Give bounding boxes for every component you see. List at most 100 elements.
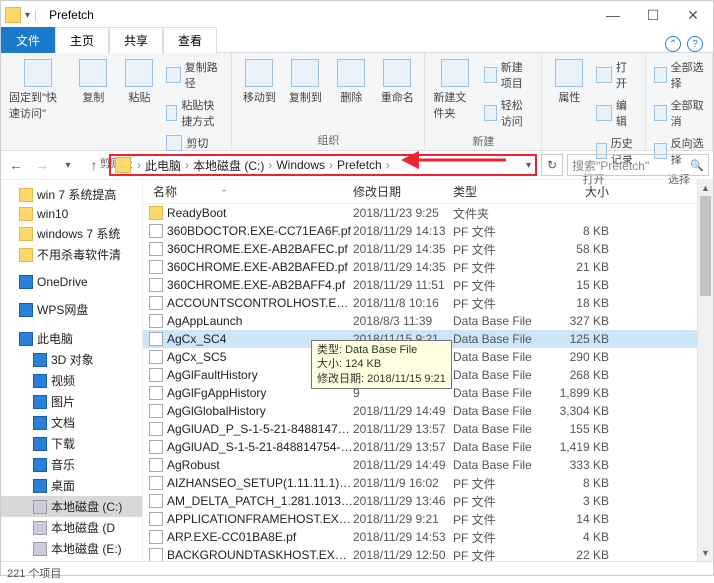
table-row[interactable]: 360CHROME.EXE-AB2BAFED.pf2018/11/29 14:3…	[143, 258, 697, 276]
file-name: 360CHROME.EXE-AB2BAFED.pf	[167, 260, 353, 274]
file-name: ACCOUNTSCONTROLHOST.EXE-96D...	[167, 296, 353, 310]
easy-access-button[interactable]: 轻松访问	[482, 95, 535, 131]
file-date: 2018/11/29 14:35	[353, 242, 453, 256]
nav-up-button[interactable]: ↑	[83, 154, 105, 176]
qat-expand-icon[interactable]: ▾	[25, 10, 30, 21]
close-button[interactable]: ✕	[673, 1, 713, 29]
nav-desktop[interactable]: 桌面	[1, 475, 142, 496]
new-folder-button[interactable]: 新建文件夹	[431, 57, 478, 123]
scroll-up-icon[interactable]: ▲	[698, 180, 713, 196]
nav-pictures[interactable]: 图片	[1, 391, 142, 412]
nav-disk-f[interactable]: 本地磁盘 (F:	[1, 559, 142, 561]
maximize-button[interactable]: ☐	[633, 1, 673, 29]
address-dropdown-icon[interactable]: ▾	[526, 160, 531, 171]
new-item-button[interactable]: 新建项目	[482, 57, 535, 93]
copy-button[interactable]: 复制	[72, 57, 114, 107]
table-row[interactable]: AIZHANSEO_SETUP(1.11.11.1).EX-3AE...2018…	[143, 474, 697, 492]
nav-back-button[interactable]: ←	[5, 154, 27, 176]
crumb-windows[interactable]: Windows	[274, 158, 327, 172]
file-size: 15 KB	[549, 278, 619, 292]
select-none-button[interactable]: 全部取消	[652, 95, 706, 131]
tab-home[interactable]: 主页	[55, 27, 109, 53]
vertical-scrollbar[interactable]: ▲ ▼	[697, 180, 713, 561]
paste-shortcut-button[interactable]: 粘贴快捷方式	[164, 95, 225, 131]
nav-forward-button[interactable]: →	[31, 154, 53, 176]
select-all-button[interactable]: 全部选择	[652, 57, 706, 93]
refresh-button[interactable]: ↻	[541, 154, 563, 176]
table-row[interactable]: AgRobust2018/11/29 14:49Data Base File33…	[143, 456, 697, 474]
col-header-name[interactable]: 名称 ⌃	[143, 183, 353, 200]
minimize-button[interactable]: —	[593, 1, 633, 29]
cut-button[interactable]: 剪切	[164, 133, 225, 153]
help-icon[interactable]: ?	[687, 36, 703, 52]
rename-button[interactable]: 重命名	[376, 57, 418, 107]
crumb-prefetch[interactable]: Prefetch	[335, 158, 384, 172]
file-type: Data Base File	[453, 350, 549, 364]
crumb-drive[interactable]: 本地磁盘 (C:)	[191, 157, 266, 174]
nav-disk-e[interactable]: 本地磁盘 (E:)	[1, 538, 142, 559]
table-row[interactable]: AgGlUAD_S-1-5-21-848814754-34387...2018/…	[143, 438, 697, 456]
nav-disk-c[interactable]: 本地磁盘 (C:)	[1, 496, 142, 517]
nav-onedrive[interactable]: OneDrive	[1, 273, 142, 291]
file-type: PF 文件	[453, 259, 549, 276]
nav-music[interactable]: 音乐	[1, 454, 142, 475]
tab-view[interactable]: 查看	[163, 27, 217, 53]
pin-quick-access-button[interactable]: 固定到"快速访问"	[7, 57, 68, 123]
nav-3dobjects[interactable]: 3D 对象	[1, 349, 142, 370]
file-date: 2018/11/29 14:49	[353, 458, 453, 472]
table-row[interactable]: AgGlGlobalHistory2018/11/29 14:49Data Ba…	[143, 402, 697, 420]
copy-to-button[interactable]: 复制到	[284, 57, 326, 107]
file-date: 2018/11/23 9:25	[353, 206, 453, 220]
nav-recent-button[interactable]: ▾	[57, 154, 79, 176]
table-row[interactable]: 360CHROME.EXE-AB2BAFF4.pf2018/11/29 11:5…	[143, 276, 697, 294]
nav-disk-d[interactable]: 本地磁盘 (D	[1, 517, 142, 538]
table-row[interactable]: ACCOUNTSCONTROLHOST.EXE-96D...2018/11/8 …	[143, 294, 697, 312]
move-to-button[interactable]: 移动到	[238, 57, 280, 107]
open-button[interactable]: 打开	[594, 57, 639, 93]
table-row[interactable]: ARP.EXE-CC01BA8E.pf2018/11/29 14:53PF 文件…	[143, 528, 697, 546]
col-header-date[interactable]: 修改日期	[353, 183, 453, 200]
nav-item[interactable]: win 7 系统提高	[1, 184, 142, 205]
scroll-thumb[interactable]	[700, 196, 711, 296]
nav-item[interactable]: 不用杀毒软件清	[1, 244, 142, 265]
crumb-thispc[interactable]: 此电脑	[143, 157, 183, 174]
file-size: 8 KB	[549, 224, 619, 238]
edit-button[interactable]: 编辑	[594, 95, 639, 131]
table-row[interactable]: AM_DELTA_PATCH_1.281.1013.0.E-4D...2018/…	[143, 492, 697, 510]
properties-button[interactable]: 属性	[548, 57, 590, 107]
file-date: 2018/11/29 14:53	[353, 530, 453, 544]
table-row[interactable]: ReadyBoot2018/11/23 9:25文件夹	[143, 204, 697, 222]
col-header-type[interactable]: 类型	[453, 183, 549, 200]
table-row[interactable]: APPLICATIONFRAMEHOST.EXE-CC0A...2018/11/…	[143, 510, 697, 528]
file-icon	[149, 242, 163, 256]
table-row[interactable]: 360CHROME.EXE-AB2BAFEC.pf2018/11/29 14:3…	[143, 240, 697, 258]
nav-item[interactable]: windows 7 系统	[1, 223, 142, 244]
file-icon	[149, 224, 163, 238]
address-bar[interactable]: › 此电脑 › 本地磁盘 (C:) › Windows › Prefetch ›…	[109, 154, 537, 176]
table-row[interactable]: BACKGROUNDTASKHOST.EXE-0F542...2018/11/2…	[143, 546, 697, 561]
search-input[interactable]: 搜索"Prefetch" 🔍	[567, 154, 709, 176]
nav-downloads[interactable]: 下载	[1, 433, 142, 454]
nav-thispc[interactable]: 此电脑	[1, 328, 142, 349]
ribbon-collapse-icon[interactable]: ⌃	[665, 36, 681, 52]
col-header-size[interactable]: 大小	[549, 183, 619, 200]
file-size: 58 KB	[549, 242, 619, 256]
copy-path-button[interactable]: 复制路径	[164, 57, 225, 93]
file-date: 2018/11/29 13:46	[353, 494, 453, 508]
file-icon	[149, 278, 163, 292]
nav-videos[interactable]: 视频	[1, 370, 142, 391]
table-row[interactable]: 360BDOCTOR.EXE-CC71EA6F.pf2018/11/29 14:…	[143, 222, 697, 240]
nav-documents[interactable]: 文档	[1, 412, 142, 433]
tab-file[interactable]: 文件	[1, 27, 55, 53]
paste-button[interactable]: 粘贴	[118, 57, 160, 107]
table-row[interactable]: AgGlUAD_P_S-1-5-21-848814754-343...2018/…	[143, 420, 697, 438]
table-row[interactable]: AgAppLaunch2018/8/3 11:39Data Base File3…	[143, 312, 697, 330]
file-icon	[149, 494, 163, 508]
file-icon	[149, 476, 163, 490]
delete-button[interactable]: 删除	[330, 57, 372, 107]
nav-item[interactable]: win10	[1, 205, 142, 223]
scroll-down-icon[interactable]: ▼	[698, 545, 713, 561]
nav-wps[interactable]: WPS网盘	[1, 299, 142, 320]
tab-share[interactable]: 共享	[109, 27, 163, 53]
folder-icon	[115, 157, 131, 173]
